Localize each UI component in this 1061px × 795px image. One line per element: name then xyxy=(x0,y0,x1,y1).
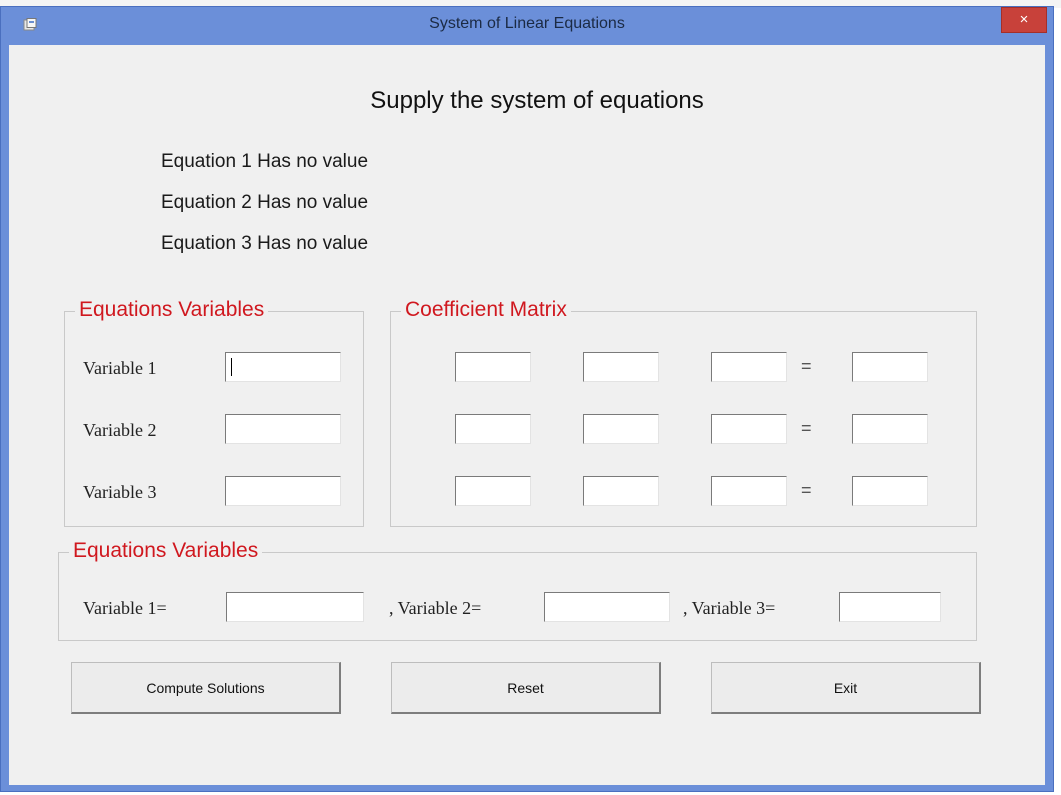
title-bar[interactable]: System of Linear Equations × xyxy=(1,7,1053,45)
coef-r2c1-input[interactable] xyxy=(455,414,531,444)
coef-r1c3-input[interactable] xyxy=(711,352,787,382)
variables-group: Equations Variables Variable 1 Variable … xyxy=(64,298,364,527)
coef-r3c1-input[interactable] xyxy=(455,476,531,506)
result-variable-3-label: , Variable 3= xyxy=(683,598,776,618)
result-variable-3-output[interactable] xyxy=(839,592,941,622)
equation-3-status: Equation 3 Has no value xyxy=(161,233,369,254)
result-variable-1-output[interactable] xyxy=(226,592,364,622)
variable-2-input[interactable] xyxy=(225,414,341,444)
reset-button[interactable]: Reset xyxy=(391,662,661,714)
compute-solutions-button[interactable]: Compute Solutions xyxy=(71,662,341,714)
equation-2-status: Equation 2 Has no value xyxy=(161,192,369,213)
variable-3-label: Variable 3 xyxy=(83,482,157,502)
coef-r1-constant-input[interactable] xyxy=(852,352,928,382)
equation-1-status: Equation 1 Has no value xyxy=(161,151,369,172)
results-group-legend: Equations Variables xyxy=(69,539,263,563)
result-variable-1-label: Variable 1= xyxy=(83,598,167,618)
window-title: System of Linear Equations xyxy=(429,15,625,32)
result-variable-2-output[interactable] xyxy=(544,592,670,622)
variable-1-input[interactable] xyxy=(225,352,341,382)
result-variable-2-label: , Variable 2= xyxy=(389,598,482,618)
variable-3-input[interactable] xyxy=(225,476,341,506)
variables-group-legend: Equations Variables xyxy=(75,298,269,322)
coef-r2c2-input[interactable] xyxy=(583,414,659,444)
exit-button[interactable]: Exit xyxy=(711,662,981,714)
results-group: Equations Variables Variable 1= , Variab… xyxy=(58,539,977,641)
variable-2-label: Variable 2 xyxy=(83,420,157,440)
text-caret xyxy=(231,358,232,376)
coef-r3c3-input[interactable] xyxy=(711,476,787,506)
page-title: Supply the system of equations xyxy=(370,87,704,114)
equals-sign: = xyxy=(801,418,812,438)
coef-r1c1-input[interactable] xyxy=(455,352,531,382)
close-button[interactable]: × xyxy=(1001,7,1047,33)
coefficient-group-legend: Coefficient Matrix xyxy=(401,298,571,322)
app-window: System of Linear Equations × Supply the … xyxy=(0,6,1054,792)
coef-r2-constant-input[interactable] xyxy=(852,414,928,444)
coef-r2c3-input[interactable] xyxy=(711,414,787,444)
close-icon: × xyxy=(1019,11,1029,28)
coef-r3c2-input[interactable] xyxy=(583,476,659,506)
equals-sign: = xyxy=(801,480,812,500)
equals-sign: = xyxy=(801,356,812,376)
coef-r3-constant-input[interactable] xyxy=(852,476,928,506)
coefficient-group: Coefficient Matrix = = = xyxy=(390,298,977,527)
coef-r1c2-input[interactable] xyxy=(583,352,659,382)
variable-1-label: Variable 1 xyxy=(83,358,157,378)
client-area: Supply the system of equations Equation … xyxy=(9,45,1045,785)
